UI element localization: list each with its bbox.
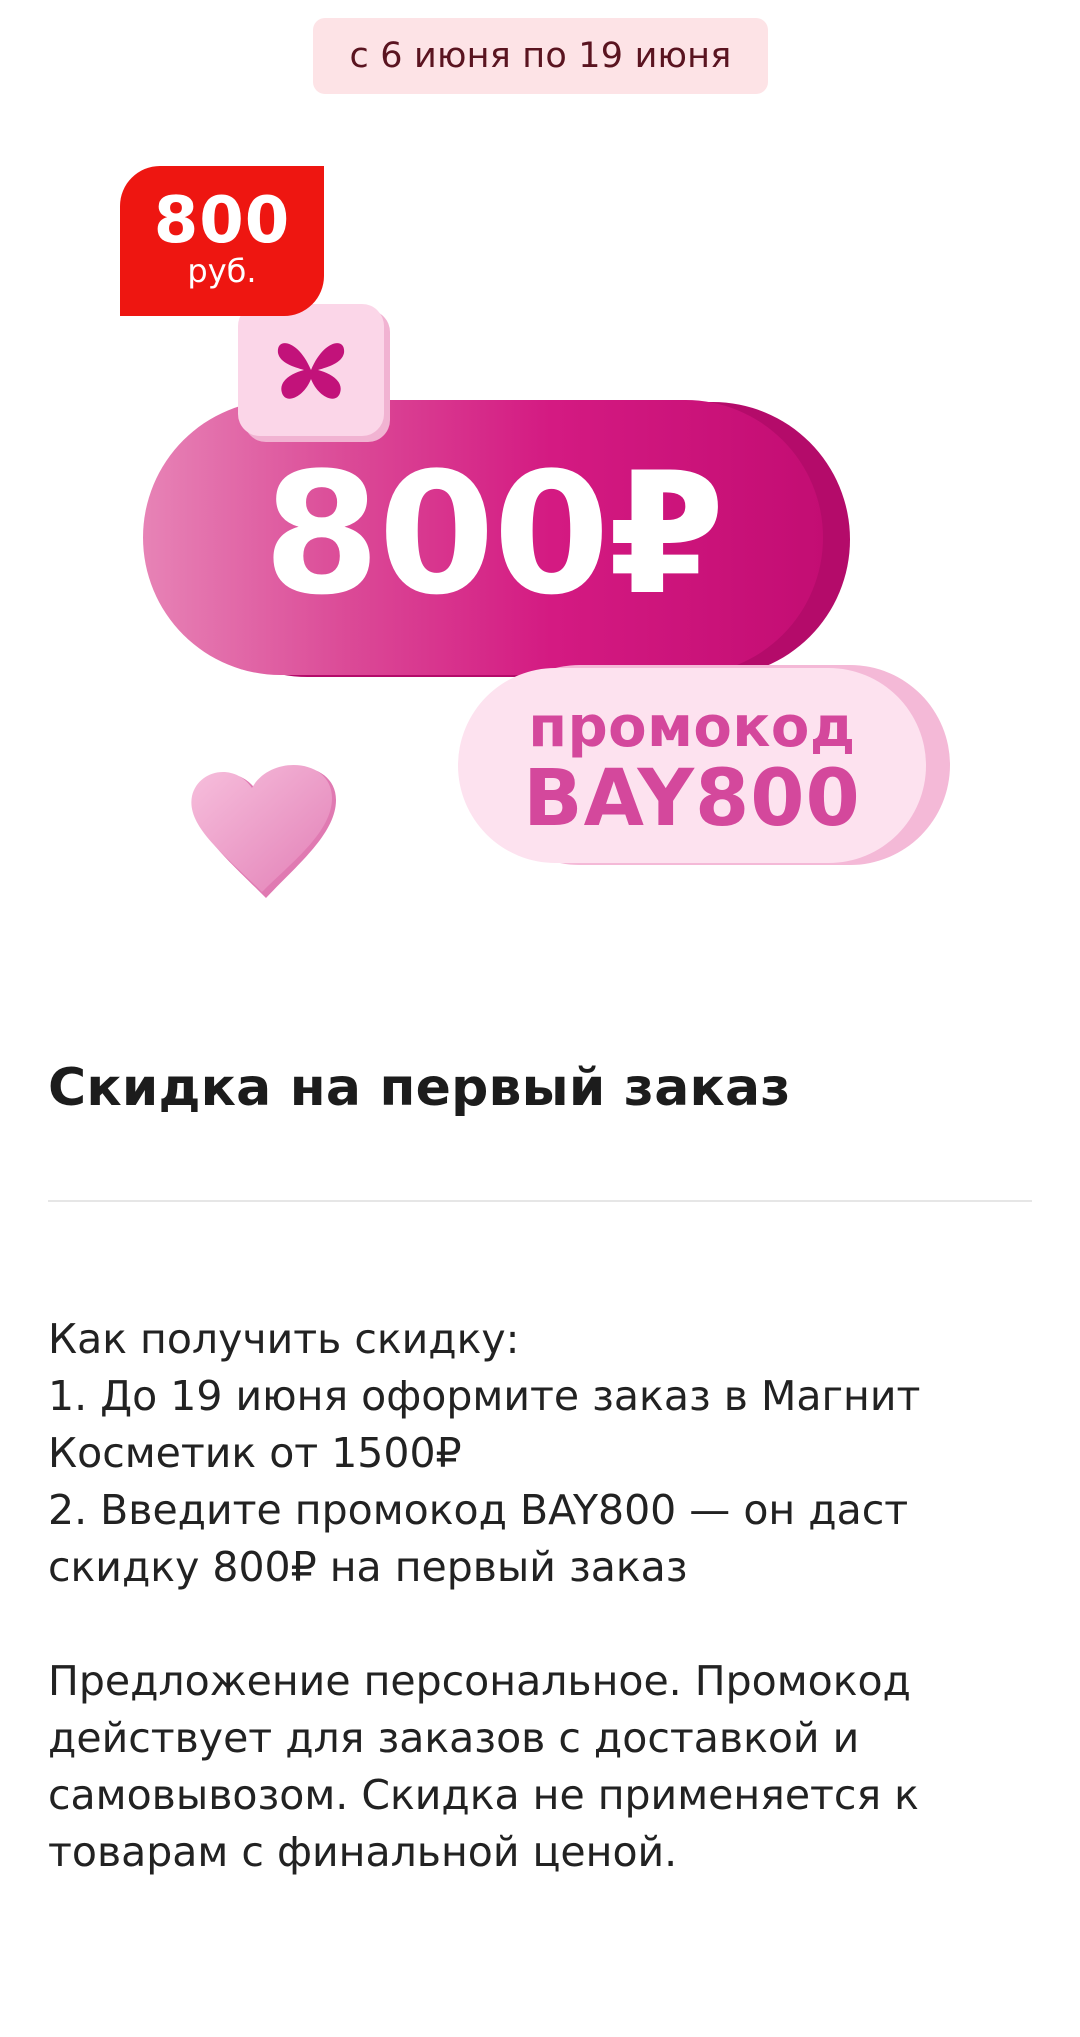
divider bbox=[48, 1200, 1032, 1202]
terms-line: товарам с финальной ценой. bbox=[48, 1828, 678, 1876]
promo-banner: 800₽ промокод BAY800 bbox=[0, 290, 1080, 930]
brand-logo-tile bbox=[238, 304, 384, 436]
instruction-line: Как получить скидку: bbox=[48, 1315, 520, 1363]
offer-title: Скидка на первый заказ bbox=[48, 1058, 791, 1118]
instruction-line: 1. До 19 июня оформите заказ в Магнит bbox=[48, 1372, 921, 1420]
offer-description: Как получить скидку: 1. До 19 июня оформ… bbox=[48, 1311, 1038, 1881]
terms-line: самовывозом. Скидка не применяется к bbox=[48, 1771, 919, 1819]
terms-line: Предложение персональное. Промокод bbox=[48, 1657, 911, 1705]
price-badge: 800 руб. bbox=[120, 166, 324, 316]
promo-code: BAY800 bbox=[523, 754, 861, 844]
badge-amount: 800 bbox=[153, 184, 291, 258]
instruction-line: скидку 800₽ на первый заказ bbox=[48, 1543, 688, 1591]
butterfly-logo-icon bbox=[277, 343, 345, 399]
heart-icon bbox=[191, 765, 336, 898]
promo-label: промокод bbox=[528, 695, 856, 760]
promo-code-pill: промокод BAY800 bbox=[458, 668, 926, 863]
discount-amount: 800₽ bbox=[263, 436, 725, 632]
instruction-line: Косметик от 1500₽ bbox=[48, 1429, 462, 1477]
badge-unit: руб. bbox=[187, 252, 257, 290]
terms-line: действует для заказов с доставкой и bbox=[48, 1714, 860, 1762]
discount-pill: 800₽ bbox=[143, 400, 823, 675]
instruction-line: 2. Введите промокод BAY800 — он даст bbox=[48, 1486, 909, 1534]
promo-date-range: с 6 июня по 19 июня bbox=[313, 18, 768, 94]
